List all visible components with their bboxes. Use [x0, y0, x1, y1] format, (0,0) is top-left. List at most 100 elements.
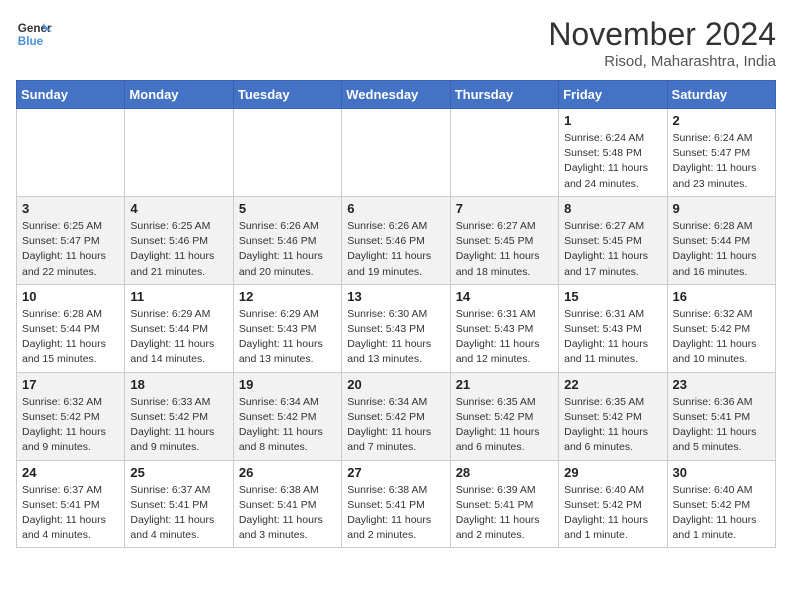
day-number: 3 [22, 201, 119, 216]
day-number: 16 [673, 289, 770, 304]
day-number: 5 [239, 201, 336, 216]
calendar-cell: 26 Sunrise: 6:38 AM Sunset: 5:41 PM Dayli… [233, 460, 341, 548]
day-info: Sunrise: 6:27 AM Sunset: 5:45 PM Dayligh… [564, 219, 661, 280]
day-info: Sunrise: 6:35 AM Sunset: 5:42 PM Dayligh… [564, 395, 661, 456]
calendar-week-row: 24 Sunrise: 6:37 AM Sunset: 5:41 PM Dayli… [17, 460, 776, 548]
day-number: 4 [130, 201, 227, 216]
calendar-cell: 25Sunrise: 6:37 AM Sunset: 5:41 PM Dayli… [125, 460, 233, 548]
day-info: Sunrise: 6:27 AM Sunset: 5:45 PM Dayligh… [456, 219, 553, 280]
calendar-cell: 6 Sunrise: 6:26 AM Sunset: 5:46 PM Daylig… [342, 196, 450, 284]
day-number: 6 [347, 201, 444, 216]
day-number: 2 [673, 113, 770, 128]
day-number: 20 [347, 377, 444, 392]
weekday-header: Saturday [667, 81, 775, 109]
calendar-cell: 19Sunrise: 6:34 AM Sunset: 5:42 PM Dayli… [233, 372, 341, 460]
day-info: Sunrise: 6:34 AM Sunset: 5:42 PM Dayligh… [347, 395, 444, 456]
weekday-header: Thursday [450, 81, 558, 109]
calendar-week-row: 3 Sunrise: 6:25 AM Sunset: 5:47 PM Daylig… [17, 196, 776, 284]
day-number: 26 [239, 465, 336, 480]
day-info: Sunrise: 6:37 AM Sunset: 5:41 PM Dayligh… [22, 483, 119, 544]
calendar-cell: 16 Sunrise: 6:32 AM Sunset: 5:42 PM Dayli… [667, 284, 775, 372]
calendar-cell: 22 Sunrise: 6:35 AM Sunset: 5:42 PM Dayli… [559, 372, 667, 460]
day-number: 30 [673, 465, 770, 480]
calendar-cell: 1 Sunrise: 6:24 AM Sunset: 5:48 PM Daylig… [559, 109, 667, 197]
day-info: Sunrise: 6:40 AM Sunset: 5:42 PM Dayligh… [564, 483, 661, 544]
day-number: 7 [456, 201, 553, 216]
calendar-table: SundayMondayTuesdayWednesdayThursdayFrid… [16, 80, 776, 548]
title-block: November 2024 Risod, Maharashtra, India [548, 16, 776, 70]
weekday-header: Monday [125, 81, 233, 109]
calendar-cell [342, 109, 450, 197]
weekday-header: Friday [559, 81, 667, 109]
calendar-cell: 20 Sunrise: 6:34 AM Sunset: 5:42 PM Dayli… [342, 372, 450, 460]
day-info: Sunrise: 6:26 AM Sunset: 5:46 PM Dayligh… [239, 219, 336, 280]
day-info: Sunrise: 6:31 AM Sunset: 5:43 PM Dayligh… [564, 307, 661, 368]
day-info: Sunrise: 6:24 AM Sunset: 5:47 PM Dayligh… [673, 131, 770, 192]
calendar-cell: 8 Sunrise: 6:27 AM Sunset: 5:45 PM Daylig… [559, 196, 667, 284]
day-info: Sunrise: 6:35 AM Sunset: 5:42 PM Dayligh… [456, 395, 553, 456]
day-number: 8 [564, 201, 661, 216]
day-number: 14 [456, 289, 553, 304]
calendar-cell: 28Sunrise: 6:39 AM Sunset: 5:41 PM Dayli… [450, 460, 558, 548]
day-info: Sunrise: 6:25 AM Sunset: 5:47 PM Dayligh… [22, 219, 119, 280]
day-info: Sunrise: 6:29 AM Sunset: 5:44 PM Dayligh… [130, 307, 227, 368]
month-title: November 2024 [548, 16, 776, 53]
weekday-header-row: SundayMondayTuesdayWednesdayThursdayFrid… [17, 81, 776, 109]
day-info: Sunrise: 6:38 AM Sunset: 5:41 PM Dayligh… [347, 483, 444, 544]
day-number: 29 [564, 465, 661, 480]
calendar-cell: 27Sunrise: 6:38 AM Sunset: 5:41 PM Dayli… [342, 460, 450, 548]
day-info: Sunrise: 6:36 AM Sunset: 5:41 PM Dayligh… [673, 395, 770, 456]
day-number: 10 [22, 289, 119, 304]
day-number: 25 [130, 465, 227, 480]
calendar-week-row: 1 Sunrise: 6:24 AM Sunset: 5:48 PM Daylig… [17, 109, 776, 197]
calendar-cell: 9Sunrise: 6:28 AM Sunset: 5:44 PM Daylig… [667, 196, 775, 284]
day-info: Sunrise: 6:30 AM Sunset: 5:43 PM Dayligh… [347, 307, 444, 368]
day-number: 22 [564, 377, 661, 392]
calendar-week-row: 10 Sunrise: 6:28 AM Sunset: 5:44 PM Dayli… [17, 284, 776, 372]
weekday-header: Wednesday [342, 81, 450, 109]
day-number: 24 [22, 465, 119, 480]
calendar-cell: 30Sunrise: 6:40 AM Sunset: 5:42 PM Dayli… [667, 460, 775, 548]
day-number: 18 [130, 377, 227, 392]
page-header: General Blue November 2024 Risod, Mahara… [16, 16, 776, 70]
location: Risod, Maharashtra, India [548, 53, 776, 70]
calendar-cell [450, 109, 558, 197]
day-info: Sunrise: 6:26 AM Sunset: 5:46 PM Dayligh… [347, 219, 444, 280]
day-info: Sunrise: 6:38 AM Sunset: 5:41 PM Dayligh… [239, 483, 336, 544]
calendar-cell [233, 109, 341, 197]
calendar-cell: 15 Sunrise: 6:31 AM Sunset: 5:43 PM Dayli… [559, 284, 667, 372]
calendar-cell: 5 Sunrise: 6:26 AM Sunset: 5:46 PM Daylig… [233, 196, 341, 284]
logo-icon: General Blue [16, 16, 52, 52]
weekday-header: Tuesday [233, 81, 341, 109]
day-number: 13 [347, 289, 444, 304]
day-number: 15 [564, 289, 661, 304]
day-number: 17 [22, 377, 119, 392]
day-info: Sunrise: 6:39 AM Sunset: 5:41 PM Dayligh… [456, 483, 553, 544]
day-number: 11 [130, 289, 227, 304]
day-number: 23 [673, 377, 770, 392]
calendar-cell: 3 Sunrise: 6:25 AM Sunset: 5:47 PM Daylig… [17, 196, 125, 284]
day-number: 21 [456, 377, 553, 392]
calendar-cell: 14Sunrise: 6:31 AM Sunset: 5:43 PM Dayli… [450, 284, 558, 372]
calendar-week-row: 17 Sunrise: 6:32 AM Sunset: 5:42 PM Dayli… [17, 372, 776, 460]
weekday-header: Sunday [17, 81, 125, 109]
day-info: Sunrise: 6:34 AM Sunset: 5:42 PM Dayligh… [239, 395, 336, 456]
day-info: Sunrise: 6:25 AM Sunset: 5:46 PM Dayligh… [130, 219, 227, 280]
day-info: Sunrise: 6:24 AM Sunset: 5:48 PM Dayligh… [564, 131, 661, 192]
calendar-cell: 24 Sunrise: 6:37 AM Sunset: 5:41 PM Dayli… [17, 460, 125, 548]
calendar-cell [125, 109, 233, 197]
day-info: Sunrise: 6:32 AM Sunset: 5:42 PM Dayligh… [22, 395, 119, 456]
calendar-cell: 12Sunrise: 6:29 AM Sunset: 5:43 PM Dayli… [233, 284, 341, 372]
calendar-cell: 11 Sunrise: 6:29 AM Sunset: 5:44 PM Dayli… [125, 284, 233, 372]
svg-text:Blue: Blue [18, 35, 44, 48]
calendar-cell: 29 Sunrise: 6:40 AM Sunset: 5:42 PM Dayli… [559, 460, 667, 548]
calendar-cell: 7 Sunrise: 6:27 AM Sunset: 5:45 PM Daylig… [450, 196, 558, 284]
day-number: 9 [673, 201, 770, 216]
calendar-cell: 10 Sunrise: 6:28 AM Sunset: 5:44 PM Dayli… [17, 284, 125, 372]
day-info: Sunrise: 6:28 AM Sunset: 5:44 PM Dayligh… [22, 307, 119, 368]
day-info: Sunrise: 6:32 AM Sunset: 5:42 PM Dayligh… [673, 307, 770, 368]
calendar-cell [17, 109, 125, 197]
logo: General Blue [16, 16, 52, 52]
calendar-cell: 4 Sunrise: 6:25 AM Sunset: 5:46 PM Daylig… [125, 196, 233, 284]
day-number: 1 [564, 113, 661, 128]
